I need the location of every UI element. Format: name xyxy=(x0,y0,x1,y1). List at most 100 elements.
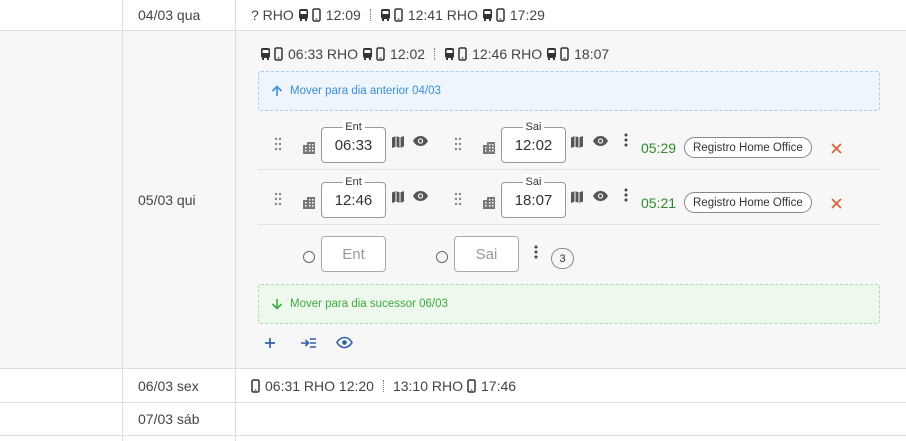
divider xyxy=(434,48,436,60)
punch-pair-row: Ent 12:46 Sai 18:07 05:21 Registro Home … xyxy=(258,170,880,225)
entry-time-input[interactable]: Ent 06:33 xyxy=(321,120,386,163)
eye-icon[interactable] xyxy=(592,190,609,202)
bus-icon xyxy=(482,9,492,21)
exit-time-value: 18:07 xyxy=(514,191,553,209)
drag-handle-icon[interactable] xyxy=(454,192,462,206)
eye-icon[interactable] xyxy=(412,190,429,202)
map-icon[interactable] xyxy=(391,135,405,149)
day-summary: 06:31 RHO 12:20 13:10 RHO 17:46 xyxy=(251,378,516,394)
date-cell: 07/03 sáb xyxy=(123,403,236,435)
entry-time-label: Ent xyxy=(342,120,365,134)
drag-handle-icon[interactable] xyxy=(454,137,462,151)
day-summary-cell xyxy=(236,403,906,435)
close-icon[interactable] xyxy=(831,198,842,209)
row-spacer xyxy=(0,0,123,30)
summary-time: 06:31 RHO 12:20 xyxy=(265,378,374,394)
bus-icon xyxy=(445,48,455,60)
summary-time: 12:09 xyxy=(325,7,361,23)
building-icon xyxy=(303,142,315,154)
more-vert-icon[interactable] xyxy=(624,133,628,147)
row-spacer xyxy=(0,31,123,368)
phone-icon xyxy=(394,8,403,22)
entry-time-label: Ent xyxy=(342,175,365,189)
phone-icon xyxy=(274,47,283,61)
count-badge: 3 xyxy=(551,248,574,269)
bus-icon xyxy=(547,48,557,60)
new-entry-placeholder: Ent xyxy=(342,245,365,263)
new-exit-placeholder: Sai xyxy=(475,245,498,263)
divider xyxy=(369,9,371,21)
home-office-tag[interactable]: Registro Home Office xyxy=(684,137,812,158)
day-summary-cell: 06:31 RHO 12:20 13:10 RHO 17:46 xyxy=(236,369,906,402)
summary-text: ? RHO xyxy=(251,7,294,23)
summary-time: 17:46 xyxy=(481,378,517,394)
exit-time-label: Sai xyxy=(522,175,545,189)
timesheet-page: 04/03 qua ? RHO 12:09 12:41 RHO 17:29 05… xyxy=(0,0,906,441)
day-row-0603: 06/03 sex 06:31 RHO 12:20 13:10 RHO 17:4… xyxy=(0,369,906,403)
row-spacer xyxy=(0,436,123,441)
drag-handle-icon[interactable] xyxy=(274,137,282,151)
more-vert-icon[interactable] xyxy=(624,188,628,202)
day-date: 05/03 qui xyxy=(138,192,196,208)
exit-time-input[interactable]: Sai 18:07 xyxy=(501,175,566,218)
duration-value: 05:21 xyxy=(641,195,677,211)
eye-icon[interactable] xyxy=(336,336,353,349)
close-icon[interactable] xyxy=(831,143,842,154)
new-exit-time-input[interactable]: Sai xyxy=(454,236,519,272)
arrow-down-icon xyxy=(271,298,283,310)
day-summary: ? RHO 12:09 12:41 RHO 17:29 xyxy=(251,7,545,23)
phone-icon xyxy=(467,379,476,393)
map-icon[interactable] xyxy=(570,135,584,149)
entry-radio[interactable] xyxy=(303,251,315,263)
drag-handle-icon[interactable] xyxy=(274,192,282,206)
exit-time-label: Sai xyxy=(522,120,545,134)
phone-icon xyxy=(251,379,260,393)
date-cell: 05/03 qui xyxy=(123,31,236,368)
more-vert-icon[interactable] xyxy=(534,245,538,259)
add-icon[interactable] xyxy=(264,337,276,349)
arrow-up-icon xyxy=(271,85,283,97)
date-cell: 04/03 qua xyxy=(123,0,236,30)
summary-time: 18:07 xyxy=(574,46,610,62)
insert-icon[interactable] xyxy=(300,337,317,349)
day-row-0403: 04/03 qua ? RHO 12:09 12:41 RHO 17:29 xyxy=(0,0,906,31)
new-entry-time-input[interactable]: Ent xyxy=(321,236,386,272)
summary-time: 12:41 RHO xyxy=(407,7,478,23)
phone-icon xyxy=(496,8,505,22)
move-previous-label: Mover para dia anterior 04/03 xyxy=(290,85,441,97)
duration-value: 05:29 xyxy=(641,140,677,156)
row-spacer xyxy=(0,403,123,435)
summary-time: 12:46 RHO xyxy=(472,46,543,62)
punch-pair-row: Ent 06:33 Sai 12:02 05:29 Registro Home … xyxy=(258,115,880,170)
phone-icon xyxy=(560,47,569,61)
day-row-0503: 05/03 qui 06:33 RHO 12:02 12:46 RHO 18:0… xyxy=(0,31,906,369)
move-to-previous-day-button[interactable]: Mover para dia anterior 04/03 xyxy=(258,71,880,111)
move-next-label: Mover para dia sucessor 06/03 xyxy=(290,298,448,310)
divider xyxy=(382,380,384,392)
day-editor: 06:33 RHO 12:02 12:46 RHO 18:07 Mover pa… xyxy=(236,31,906,368)
entry-time-value: 06:33 xyxy=(334,136,373,154)
summary-time: 13:10 RHO xyxy=(392,378,464,394)
building-icon xyxy=(303,197,315,209)
move-to-next-day-button[interactable]: Mover para dia sucessor 06/03 xyxy=(258,284,880,324)
eye-icon[interactable] xyxy=(412,135,429,147)
map-icon[interactable] xyxy=(391,190,405,204)
day-row-0703: 07/03 sáb xyxy=(0,403,906,436)
building-icon xyxy=(483,142,495,154)
entry-time-value: 12:46 xyxy=(334,191,373,209)
new-punch-row: Ent Sai 3 xyxy=(258,225,880,280)
phone-icon xyxy=(312,8,321,22)
day-summary: 06:33 RHO 12:02 12:46 RHO 18:07 xyxy=(260,46,609,62)
date-cell: 06/03 sex xyxy=(123,369,236,402)
exit-time-input[interactable]: Sai 12:02 xyxy=(501,120,566,163)
entry-time-input[interactable]: Ent 12:46 xyxy=(321,175,386,218)
home-office-tag[interactable]: Registro Home Office xyxy=(684,192,812,213)
exit-radio[interactable] xyxy=(436,251,448,263)
map-icon[interactable] xyxy=(570,190,584,204)
bus-icon xyxy=(363,48,373,60)
bus-icon xyxy=(298,9,308,21)
day-date: 04/03 qua xyxy=(138,7,201,23)
eye-icon[interactable] xyxy=(592,135,609,147)
summary-time: 12:02 xyxy=(390,46,426,62)
building-icon xyxy=(483,197,495,209)
